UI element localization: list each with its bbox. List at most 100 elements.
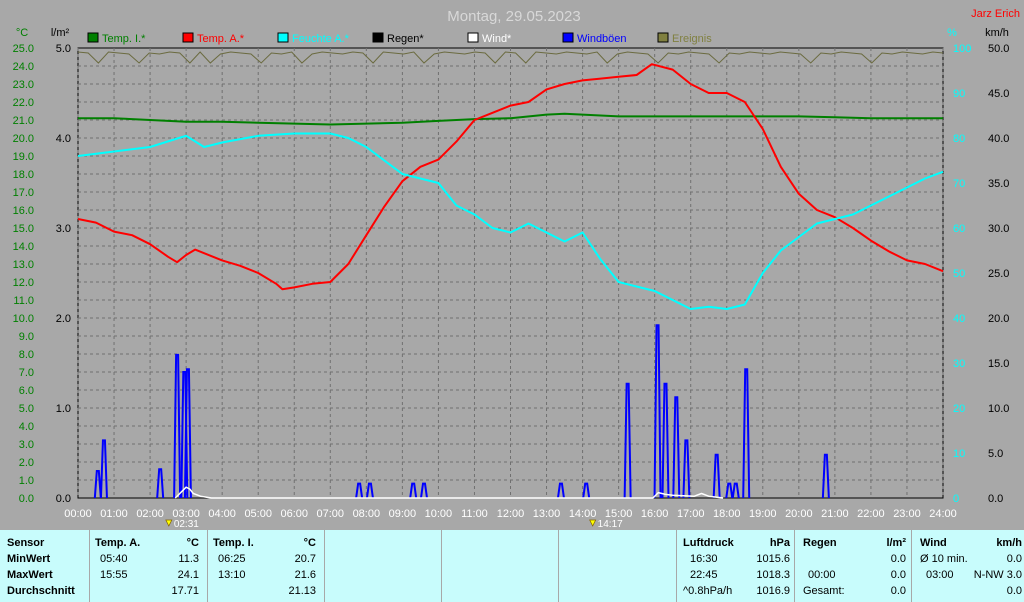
- humidity-tick-label: 90: [953, 88, 965, 100]
- stats-empty-2: [442, 530, 558, 602]
- x-tick-label: 13:00: [533, 508, 561, 520]
- temp-unit-label: °C: [16, 27, 28, 39]
- temp-tick-label: 23.0: [13, 79, 34, 91]
- x-tick-label: 06:00: [280, 508, 308, 520]
- legend-swatch: [657, 32, 669, 43]
- x-tick-label: 12:00: [497, 508, 525, 520]
- x-tick-label: 20:00: [785, 508, 813, 520]
- temp-i-header: Temp. I.: [213, 537, 254, 549]
- temp-tick-label: 20.0: [13, 133, 34, 145]
- legend-label: Windböen: [577, 33, 627, 45]
- minwert-label: MinWert: [7, 553, 51, 565]
- pressure-header: Luftdruck: [683, 537, 734, 549]
- x-tick-label: 00:00: [64, 508, 92, 520]
- temp-a-max: 24.1: [177, 569, 199, 581]
- temp-a-avg: 17.71: [171, 585, 199, 597]
- temp-i-min: 20.7: [294, 553, 316, 565]
- temp-tick-label: 14.0: [13, 241, 34, 253]
- x-tick-label: 11:00: [461, 508, 488, 520]
- x-tick-label: 21:00: [821, 508, 849, 520]
- stats-empty-3: [559, 530, 676, 602]
- temp-tick-label: 11.0: [13, 295, 34, 307]
- wind-row3-value: 0.0: [1006, 585, 1022, 597]
- legend-label: Temp. I.*: [102, 33, 146, 45]
- humidity-tick-label: 100: [953, 43, 971, 55]
- temp-tick-label: 13.0: [13, 259, 34, 271]
- humidity-tick-label: 50: [953, 268, 965, 280]
- rain-header: Regen: [803, 537, 837, 549]
- x-tick-label: 04:00: [208, 508, 236, 520]
- pressure-min-time: 16:30: [690, 553, 718, 565]
- pressure-max-time: 22:45: [690, 569, 718, 581]
- stats-wind: Wind km/h Ø 10 min. 0.0 03:00 N-NW 3.0 0…: [912, 530, 1024, 602]
- x-tick-label: 08:00: [353, 508, 381, 520]
- temp-i-max-time: 13:10: [218, 569, 246, 581]
- temp-a-max-time: 15:55: [100, 569, 128, 581]
- wind-header: Wind: [920, 537, 947, 549]
- legend-swatch: [562, 32, 574, 43]
- pressure-max: 1018.3: [756, 569, 790, 581]
- humidity-tick-label: 60: [953, 223, 965, 235]
- legend-label: Ereignis: [672, 33, 712, 45]
- weather-chart: Montag, 29.05.2023 Jarz Erich °C l/m² % …: [13, 8, 1020, 530]
- x-tick-label: 23:00: [893, 508, 921, 520]
- rain-total: 0.0: [890, 585, 906, 597]
- x-tick-label: 07:00: [317, 508, 345, 520]
- temp-tick-label: 2.0: [19, 457, 34, 469]
- wind-max-value: N-NW 3.0: [973, 569, 1022, 581]
- temp-tick-label: 15.0: [13, 223, 34, 235]
- temp-tick-label: 10.0: [13, 313, 34, 325]
- wind-tick-label: 40.0: [988, 133, 1009, 145]
- stats-sensor-column: Sensor MinWert MaxWert Durchschnitt: [0, 530, 89, 602]
- wind-tick-label: 35.0: [988, 178, 1009, 190]
- wind-unit: km/h: [996, 537, 1022, 549]
- legend-swatch: [182, 32, 194, 43]
- rain-unit: l/m²: [886, 537, 906, 549]
- temp-tick-label: 8.0: [19, 349, 34, 361]
- temp-tick-label: 21.0: [13, 115, 34, 127]
- legend-label: Regen*: [387, 33, 424, 45]
- stats-rain: Regen l/m² 0.0 00:00 0.0 Gesamt: 0.0: [795, 530, 911, 602]
- temp-tick-label: 25.0: [13, 43, 34, 55]
- temp-tick-label: 1.0: [19, 475, 34, 487]
- temp-tick-label: 3.0: [19, 439, 34, 451]
- wind-tick-label: 30.0: [988, 223, 1009, 235]
- rain-tick-label: 0.0: [56, 493, 71, 505]
- x-tick-label: 10:00: [425, 508, 453, 520]
- wind-tick-label: 20.0: [988, 313, 1009, 325]
- plot-area: 00:00 01:00 02:00 03:00 04:00 05:00 06:00 07:00…: [13, 43, 1010, 530]
- legend-swatch: [467, 32, 479, 43]
- rain-unit-label: l/m²: [51, 27, 70, 39]
- wind-tick-label: 25.0: [988, 268, 1009, 280]
- temp-tick-label: 12.0: [13, 277, 34, 289]
- x-tick-label: 02:00: [136, 508, 164, 520]
- rain-tick-label: 1.0: [56, 403, 71, 415]
- temp-tick-label: 19.0: [13, 151, 34, 163]
- stats-temp-i: Temp. I. °C 06:25 20.7 13:10 21.6 21.13: [208, 530, 324, 602]
- temp-tick-label: 7.0: [19, 367, 34, 379]
- temp-i-min-time: 06:25: [218, 553, 246, 565]
- x-tick-label: 19:00: [749, 508, 777, 520]
- rain-tick-label: 2.0: [56, 313, 71, 325]
- wind-tick-label: 15.0: [988, 358, 1009, 370]
- temp-tick-label: 18.0: [13, 169, 34, 181]
- maxwert-label: MaxWert: [7, 569, 53, 581]
- rain-tick-label: 5.0: [56, 43, 71, 55]
- temp-a-header: Temp. A.: [95, 537, 141, 549]
- pressure-min: 1015.6: [756, 553, 790, 565]
- humidity-tick-label: 30: [953, 358, 965, 370]
- x-tick-label: 16:00: [641, 508, 669, 520]
- rain-val2: 0.0: [890, 569, 906, 581]
- temp-tick-label: 5.0: [19, 403, 34, 415]
- pressure-trend: ^0.8hPa/h: [683, 585, 733, 597]
- temp-tick-label: 0.0: [19, 493, 34, 505]
- legend-swatch: [372, 32, 384, 43]
- legend-label: Feuchte A.*: [292, 33, 350, 45]
- rain-tick-label: 3.0: [56, 223, 71, 235]
- pressure-avg: 1016.9: [756, 585, 790, 597]
- rain-tick-label: 4.0: [56, 133, 71, 145]
- temp-tick-label: 17.0: [13, 187, 34, 199]
- wind-avg-value: 0.0: [1006, 553, 1022, 565]
- x-tick-label: 05:00: [244, 508, 272, 520]
- pressure-unit: hPa: [769, 537, 790, 549]
